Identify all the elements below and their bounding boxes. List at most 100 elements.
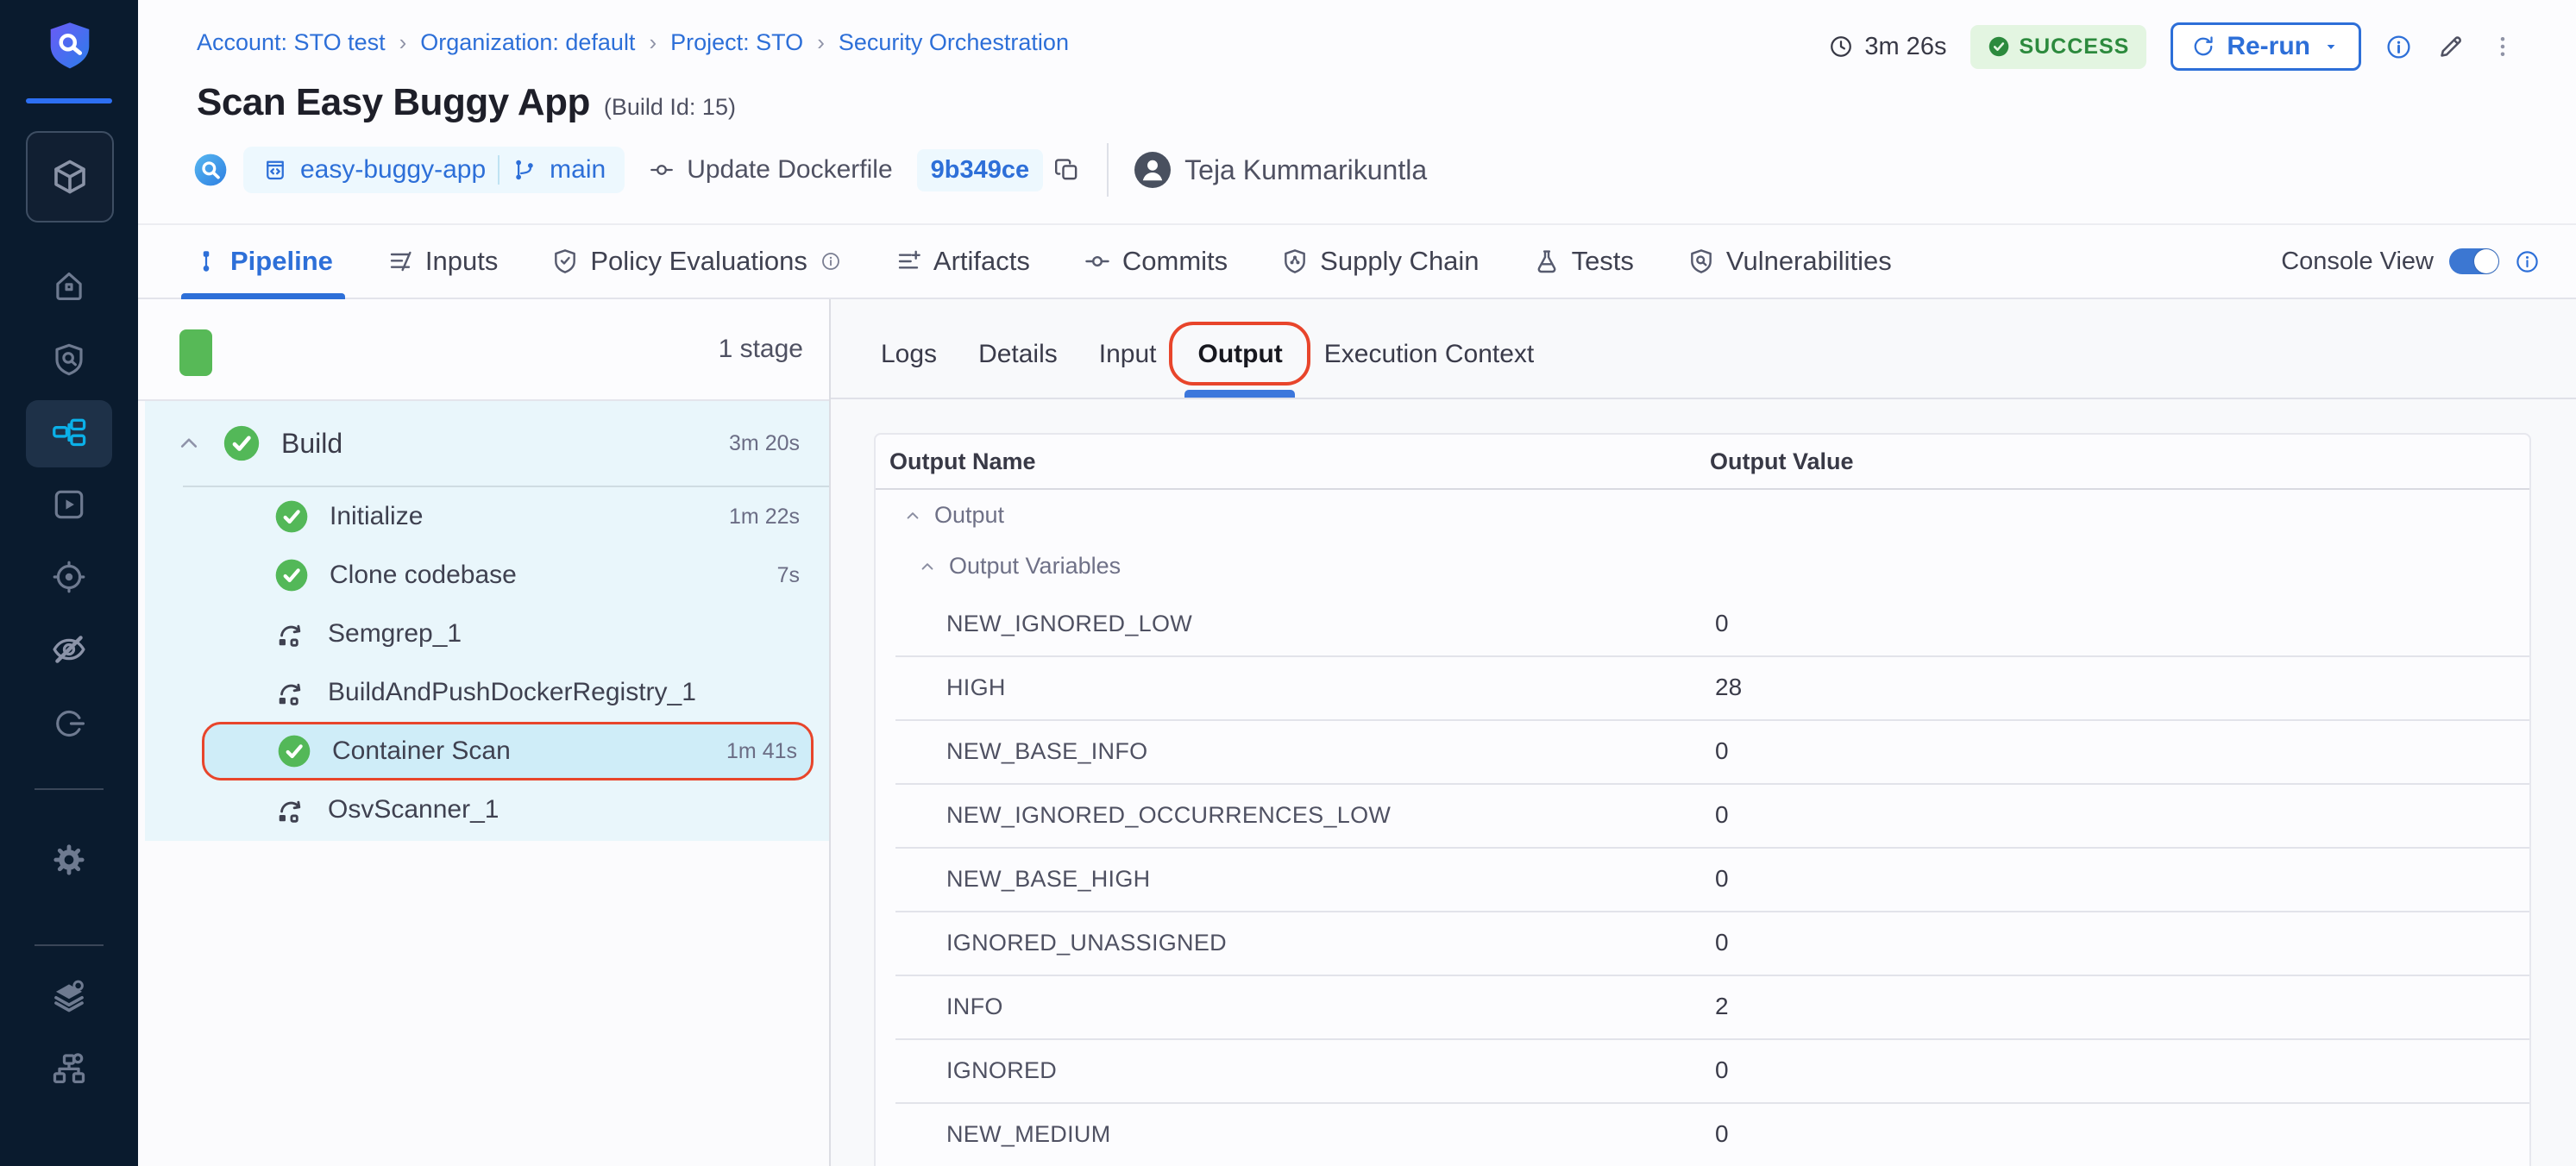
commit-icon xyxy=(1084,248,1111,275)
success-check-icon xyxy=(223,424,261,462)
tree-group-output[interactable]: Output xyxy=(876,490,2529,541)
scans-shield-search-icon[interactable] xyxy=(26,326,112,393)
detail-tab-input[interactable]: Input xyxy=(1099,311,1157,398)
table-row: HIGH 28 xyxy=(876,655,2529,719)
step-duration: 1m 22s xyxy=(729,505,800,530)
tab-tests[interactable]: Tests xyxy=(1533,225,1634,298)
info-icon[interactable] xyxy=(2385,34,2412,60)
tab-label: Vulnerabilities xyxy=(1726,246,1892,277)
rail-divider xyxy=(35,944,104,946)
module-selector-cube-icon[interactable] xyxy=(26,131,114,223)
execution-tabbar: Pipeline Inputs Policy Evaluations xyxy=(138,225,2576,299)
exemptions-eye-slash-icon[interactable] xyxy=(26,616,112,683)
tab-policy-evaluations[interactable]: Policy Evaluations xyxy=(551,225,841,298)
refresh-icon xyxy=(2190,34,2216,60)
pipeline-icon xyxy=(193,248,219,274)
step-row-build-and-push[interactable]: BuildAndPushDockerRegistry_1 xyxy=(145,663,829,722)
step-name: OsvScanner_1 xyxy=(328,795,499,824)
detail-tabbar: Logs Details Input Output Execution Cont… xyxy=(831,299,2576,399)
repository-icon xyxy=(262,157,288,183)
tab-inputs[interactable]: Inputs xyxy=(386,225,498,298)
repo-branch-pill[interactable]: easy-buggy-app main xyxy=(243,147,625,193)
step-row-clone-codebase[interactable]: Clone codebase 7s xyxy=(145,546,829,605)
toggle-knob xyxy=(2474,249,2498,273)
step-duration: 7s xyxy=(777,563,800,588)
breadcrumb-organization[interactable]: Organization: default xyxy=(420,29,635,56)
pill-divider xyxy=(498,155,499,185)
group-label: Output xyxy=(934,502,1004,529)
page-title: Scan Easy Buggy App xyxy=(197,81,590,124)
breadcrumb-module[interactable]: Security Orchestration xyxy=(839,29,1069,56)
tab-vulnerabilities[interactable]: Vulnerabilities xyxy=(1687,225,1892,298)
info-icon[interactable] xyxy=(2515,249,2540,274)
info-icon xyxy=(820,251,841,272)
organization-network-gear-icon[interactable] xyxy=(26,1035,112,1102)
table-row: INFO 2 xyxy=(876,975,2529,1038)
tab-label: Artifacts xyxy=(933,246,1030,277)
avatar xyxy=(1134,152,1171,188)
console-view-label: Console View xyxy=(2281,248,2434,276)
edit-pencil-icon[interactable] xyxy=(2436,32,2466,61)
commit-sha[interactable]: 9b349ce xyxy=(917,149,1044,191)
column-header-output-value: Output Value xyxy=(1710,448,1854,475)
sto-shield-logo-icon xyxy=(47,21,93,71)
output-table-card: Output Name Output Value Output Output V… xyxy=(874,433,2531,1166)
output-name: INFO xyxy=(946,994,1003,1020)
tab-label: Supply Chain xyxy=(1320,246,1479,277)
rerun-button[interactable]: Re-run xyxy=(2171,22,2361,71)
chevron-up-icon[interactable] xyxy=(902,505,924,527)
chevron-up-icon[interactable] xyxy=(174,429,204,458)
stage-row-build[interactable]: Build 3m 20s xyxy=(145,401,829,486)
breadcrumb-project[interactable]: Project: STO xyxy=(670,29,803,56)
targets-icon[interactable] xyxy=(26,543,112,611)
step-row-initialize[interactable]: Initialize 1m 22s xyxy=(145,487,829,546)
tree-group-output-variables[interactable]: Output Variables xyxy=(876,541,2529,592)
output-name: NEW_BASE_HIGH xyxy=(946,866,1150,893)
breadcrumb-account[interactable]: Account: STO test xyxy=(197,29,386,56)
tab-artifacts[interactable]: Artifacts xyxy=(895,225,1030,298)
home-icon[interactable] xyxy=(26,252,112,319)
stage-count: 1 stage xyxy=(719,335,803,364)
skipped-step-icon xyxy=(274,793,307,826)
group-label: Output Variables xyxy=(949,553,1121,580)
output-name: NEW_BASE_INFO xyxy=(946,738,1147,765)
stage-duration: 3m 20s xyxy=(729,431,800,456)
console-view-toggle[interactable] xyxy=(2449,248,2499,274)
step-detail-panel: Logs Details Input Output Execution Cont… xyxy=(831,299,2576,1166)
author-name: Teja Kummarikuntla xyxy=(1184,154,1427,186)
step-row-container-scan[interactable]: Container Scan 1m 41s xyxy=(202,722,814,780)
detail-tab-details[interactable]: Details xyxy=(978,311,1058,398)
getting-started-power-icon[interactable] xyxy=(26,690,112,757)
tab-commits[interactable]: Commits xyxy=(1084,225,1228,298)
kebab-menu-icon[interactable] xyxy=(2490,32,2516,61)
detail-tab-execution-context[interactable]: Execution Context xyxy=(1324,311,1534,398)
output-value: 28 xyxy=(1715,674,1742,701)
detail-tab-output[interactable]: Output xyxy=(1198,311,1283,398)
output-value: 0 xyxy=(1715,865,1729,893)
content-area: 1 stage Build 3m 20s xyxy=(138,299,2576,1166)
trigger-icon xyxy=(193,153,228,187)
build-id: (Build Id: 15) xyxy=(604,94,736,121)
executions-play-icon[interactable] xyxy=(26,471,112,538)
output-name: IGNORED_UNASSIGNED xyxy=(946,930,1227,956)
detail-tab-logs[interactable]: Logs xyxy=(881,311,937,398)
success-check-icon xyxy=(274,558,309,592)
tab-label: Policy Evaluations xyxy=(590,246,807,277)
output-value: 0 xyxy=(1715,801,1729,829)
tab-label: Inputs xyxy=(425,246,498,277)
skipped-step-icon xyxy=(274,617,307,650)
settings-gear-icon[interactable] xyxy=(26,826,112,893)
breadcrumb-separator: › xyxy=(817,29,825,56)
module-layers-gear-icon[interactable] xyxy=(26,962,112,1030)
run-actions: 3m 26s SUCCESS Re-run xyxy=(1828,21,2516,72)
chevron-up-icon[interactable] xyxy=(916,555,939,578)
step-row-osv-scanner[interactable]: OsvScanner_1 xyxy=(145,780,829,839)
step-row-semgrep[interactable]: Semgrep_1 xyxy=(145,605,829,663)
copy-icon[interactable] xyxy=(1053,156,1081,184)
pipelines-icon[interactable] xyxy=(26,400,112,467)
step-name: Semgrep_1 xyxy=(328,619,462,649)
success-check-icon xyxy=(274,499,309,534)
tab-supply-chain[interactable]: Supply Chain xyxy=(1281,225,1479,298)
output-name: NEW_MEDIUM xyxy=(946,1121,1111,1148)
tab-pipeline[interactable]: Pipeline xyxy=(193,225,333,298)
